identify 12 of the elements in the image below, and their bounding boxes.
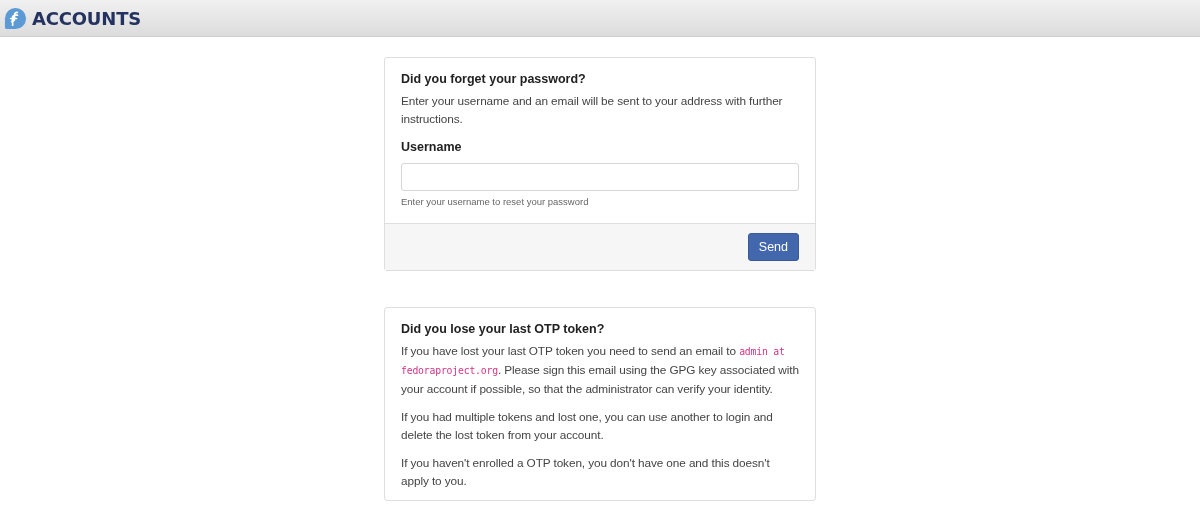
card-title: Did you lose your last OTP token? — [401, 322, 606, 336]
intro-text: Enter your username and an email will be sent to your address with further instructions. — [401, 93, 784, 128]
app-title[interactable]: ACCOUNTS — [32, 7, 141, 29]
paragraph: If you haven't enrolled a OTP token, you don't have one and this doesn't apply to you. — [401, 455, 771, 490]
paragraph: If you have lost your last OTP token you need to send an email to admin at fedoraproject.org. Please sign this email using the GPG key associated with your account if possible, so that the administrator can verify your identity. — [401, 343, 799, 398]
username-field[interactable] — [401, 163, 799, 191]
card-title: Did you forget your password? — [401, 72, 587, 86]
help-text: Enter your username to reset your password — [401, 196, 590, 207]
logo-icon — [4, 6, 27, 30]
paragraph: If you had multiple tokens and lost one, you can use another to login and delete the lost token from your account. — [401, 409, 774, 444]
send-button[interactable]: Send — [747, 233, 799, 261]
field-label: Username — [401, 140, 463, 154]
